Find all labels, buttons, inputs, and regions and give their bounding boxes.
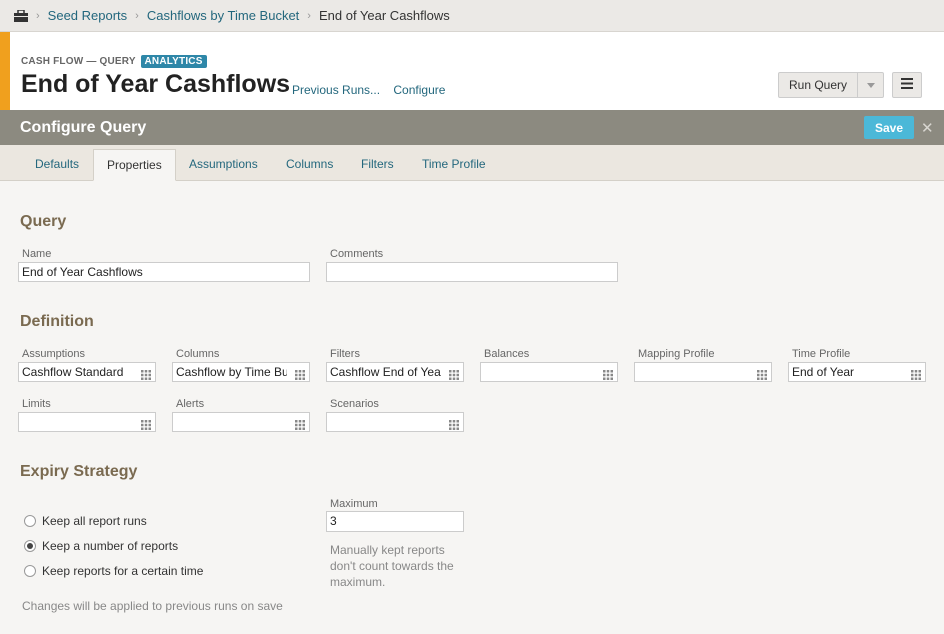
- maximum-value: 3: [330, 514, 337, 528]
- alerts-picker[interactable]: [172, 412, 310, 432]
- filters-label: Filters: [330, 348, 360, 360]
- name-field[interactable]: End of Year Cashflows: [18, 262, 310, 282]
- maximum-note-line: Manually kept reports: [330, 543, 445, 557]
- keep-number-option[interactable]: Keep a number of reports: [24, 539, 178, 553]
- radio-button[interactable]: [24, 565, 36, 577]
- balances-picker[interactable]: [480, 362, 618, 382]
- configure-bar: Configure Query Save ✕: [0, 110, 944, 145]
- maximum-note-line: maximum.: [330, 575, 386, 589]
- keep-all-option[interactable]: Keep all report runs: [24, 514, 147, 528]
- page-kicker: CASH FLOW — QUERY ANALYTICS: [21, 55, 207, 68]
- scenarios-label: Scenarios: [330, 398, 379, 410]
- grid-icon[interactable]: [911, 367, 921, 380]
- grid-icon[interactable]: [449, 417, 459, 430]
- configure-link[interactable]: Configure: [393, 83, 445, 97]
- tab-properties[interactable]: Properties: [93, 149, 176, 181]
- chevron-right-icon: ›: [36, 9, 40, 22]
- breadcrumb-current: End of Year Cashflows: [318, 8, 450, 23]
- close-icon[interactable]: ✕: [921, 119, 934, 137]
- balances-label: Balances: [484, 348, 530, 360]
- analytics-badge: ANALYTICS: [140, 55, 207, 68]
- configure-title: Configure Query: [20, 119, 147, 136]
- limits-picker[interactable]: [18, 412, 156, 432]
- tab-defaults[interactable]: Defaults: [22, 149, 92, 181]
- save-button[interactable]: Save: [864, 116, 914, 139]
- grid-icon[interactable]: [757, 367, 767, 380]
- previous-runs-link[interactable]: Previous Runs...: [292, 83, 380, 97]
- breadcrumb-seed-reports[interactable]: Seed Reports: [48, 8, 128, 23]
- definition-heading: Definition: [20, 313, 94, 330]
- keep-all-label: Keep all report runs: [42, 514, 147, 528]
- grid-icon[interactable]: [295, 367, 305, 380]
- limits-label: Limits: [22, 398, 51, 410]
- columns-label: Columns: [176, 348, 220, 360]
- keep-time-label: Keep reports for a certain time: [42, 564, 204, 578]
- tab-assumptions[interactable]: Assumptions: [176, 149, 271, 181]
- assumptions-value: Cashflow Standard: [22, 365, 124, 379]
- breadcrumb: › Seed Reports › Cashflows by Time Bucke…: [0, 0, 944, 32]
- query-heading: Query: [20, 213, 67, 230]
- name-field-value: End of Year Cashflows: [22, 265, 143, 279]
- grid-icon[interactable]: [449, 367, 459, 380]
- keep-number-label: Keep a number of reports: [42, 539, 179, 553]
- breadcrumb-cashflows-by-time-bucket[interactable]: Cashflows by Time Bucket: [147, 8, 299, 23]
- filters-picker[interactable]: Cashflow End of Year: [326, 362, 464, 382]
- menu-button[interactable]: [892, 72, 922, 98]
- chevron-down-icon[interactable]: [857, 73, 883, 97]
- grid-icon[interactable]: [295, 417, 305, 430]
- filters-value: Cashflow End of Year: [330, 365, 441, 379]
- header-links: Previous Runs... Configure: [292, 83, 455, 97]
- mapping-profile-label: Mapping Profile: [638, 348, 715, 360]
- time-profile-label: Time Profile: [792, 348, 851, 360]
- scenarios-picker[interactable]: [326, 412, 464, 432]
- maximum-note: Manually kept reports don't count toward…: [330, 542, 454, 590]
- grid-icon[interactable]: [603, 367, 613, 380]
- radio-button-selected[interactable]: [24, 540, 36, 552]
- tab-time-profile[interactable]: Time Profile: [409, 149, 499, 181]
- page-header: CASH FLOW — QUERY ANALYTICS End of Year …: [0, 32, 944, 110]
- tab-columns[interactable]: Columns: [273, 149, 346, 181]
- comments-field[interactable]: [326, 262, 618, 282]
- tab-filters[interactable]: Filters: [348, 149, 407, 181]
- grid-icon[interactable]: [141, 417, 151, 430]
- keep-time-option[interactable]: Keep reports for a certain time: [24, 564, 203, 578]
- time-profile-picker[interactable]: End of Year: [788, 362, 926, 382]
- assumptions-picker[interactable]: Cashflow Standard: [18, 362, 156, 382]
- briefcase-icon[interactable]: [14, 8, 28, 22]
- hamburger-icon: [901, 78, 913, 92]
- chevron-right-icon: ›: [307, 9, 311, 22]
- comments-label: Comments: [330, 248, 384, 260]
- run-query-button[interactable]: Run Query: [779, 73, 857, 97]
- page-title: End of Year Cashflows: [21, 70, 291, 98]
- footer-note: Changes will be applied to previous runs…: [22, 599, 283, 613]
- radio-button[interactable]: [24, 515, 36, 527]
- mapping-profile-picker[interactable]: [634, 362, 772, 382]
- properties-panel: Query Name End of Year Cashflows Comment…: [0, 181, 944, 634]
- maximum-note-line: don't count towards the: [330, 559, 454, 573]
- assumptions-label: Assumptions: [22, 348, 85, 360]
- expiry-heading: Expiry Strategy: [20, 463, 138, 480]
- run-query-button-group: Run Query: [778, 72, 885, 98]
- alerts-label: Alerts: [176, 398, 205, 410]
- time-profile-value: End of Year: [792, 365, 855, 379]
- grid-icon[interactable]: [141, 367, 151, 380]
- tab-bar: Defaults Properties Assumptions Columns …: [0, 145, 944, 181]
- columns-picker[interactable]: Cashflow by Time Bucket: [172, 362, 310, 382]
- columns-value: Cashflow by Time Bucket: [176, 365, 287, 379]
- maximum-label: Maximum: [330, 498, 378, 510]
- radio-dot-icon: [27, 543, 33, 549]
- chevron-right-icon: ›: [135, 9, 139, 22]
- kicker-text: CASH FLOW — QUERY: [21, 56, 136, 67]
- name-label: Name: [22, 248, 52, 260]
- maximum-input[interactable]: 3: [326, 511, 464, 532]
